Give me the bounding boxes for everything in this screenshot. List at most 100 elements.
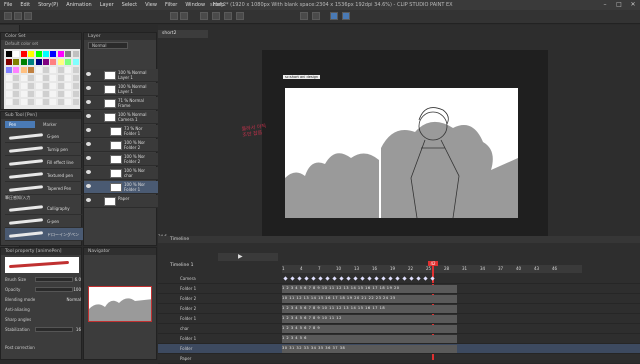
color-swatch[interactable] — [50, 51, 57, 57]
eye-icon[interactable] — [86, 86, 91, 90]
color-swatch[interactable] — [20, 59, 27, 65]
color-swatch-empty[interactable] — [13, 91, 20, 97]
track-row[interactable]: Folder 1 1 2 3 4 5 6 — [158, 334, 640, 344]
color-swatch[interactable] — [6, 59, 12, 65]
keyframe-marker[interactable] — [416, 276, 421, 281]
keyframe-marker[interactable] — [409, 276, 414, 281]
keyframe-marker[interactable] — [395, 276, 400, 281]
color-swatch-empty[interactable] — [43, 91, 49, 97]
maximize-button[interactable]: □ — [612, 0, 626, 10]
color-swatch-empty[interactable] — [35, 75, 42, 81]
color-swatch[interactable] — [50, 59, 57, 65]
frame-number[interactable]: 31 — [462, 266, 467, 271]
keyframe-marker[interactable] — [318, 276, 323, 281]
color-swatch[interactable] — [43, 59, 49, 65]
snap-grid-icon[interactable] — [312, 12, 320, 20]
brush-textured[interactable]: Textured pen — [5, 169, 85, 182]
track-row[interactable]: Folder 2 10 11 12 13 14 15 16 17 18 19 20… — [158, 294, 640, 304]
eye-icon[interactable] — [86, 114, 91, 118]
brush-tapered[interactable]: Tapered Pen — [5, 182, 85, 195]
color-swatch-empty[interactable] — [35, 67, 42, 73]
eye-icon[interactable] — [86, 100, 91, 104]
playback-controls[interactable]: ▶ — [218, 253, 278, 261]
color-swatch-empty[interactable] — [72, 99, 79, 105]
prop-stabilization[interactable]: Stabilization 16 — [5, 325, 81, 334]
frame-number[interactable]: 40 — [516, 266, 521, 271]
close-button[interactable]: ✕ — [626, 0, 640, 10]
keyframe-marker[interactable] — [283, 276, 288, 281]
color-swatch-empty[interactable] — [6, 91, 12, 97]
track-row[interactable]: Camera — [158, 274, 640, 284]
keyframe-marker[interactable] — [381, 276, 386, 281]
color-swatch-empty[interactable] — [50, 91, 57, 97]
prop-sharp-angles[interactable]: Sharp angles — [5, 315, 81, 324]
eye-icon[interactable] — [86, 156, 91, 160]
frame-number[interactable]: 7 — [318, 266, 321, 271]
color-swatch-empty[interactable] — [20, 75, 27, 81]
color-swatch[interactable] — [72, 59, 79, 65]
color-swatch-empty[interactable] — [50, 83, 57, 89]
layer-item[interactable]: 71 % Normal Frame — [84, 97, 158, 110]
frame-number[interactable]: 28 — [444, 266, 449, 271]
keyframe-marker[interactable] — [423, 276, 428, 281]
menu-edit[interactable]: Edit — [16, 2, 34, 8]
timeline-name[interactable]: Timeline 1 — [170, 263, 193, 268]
menu-animation[interactable]: Animation — [62, 2, 96, 8]
color-swatch-empty[interactable] — [20, 83, 27, 89]
frame-number[interactable]: 43 — [534, 266, 539, 271]
tab-marker[interactable]: Marker — [39, 121, 69, 128]
frame-number[interactable]: 22 — [408, 266, 413, 271]
track-row[interactable]: Folder 1 1 2 3 4 5 6 7 8 9 10 11 12 — [158, 314, 640, 324]
keyframe-marker[interactable] — [311, 276, 316, 281]
color-swatch-empty[interactable] — [28, 91, 35, 97]
keyframe-marker[interactable] — [367, 276, 372, 281]
snap-icon[interactable] — [300, 12, 308, 20]
frame-number[interactable]: 4 — [300, 266, 303, 271]
color-swatch-empty[interactable] — [65, 75, 72, 81]
color-swatch[interactable] — [65, 51, 72, 57]
special-ruler-icon[interactable] — [342, 12, 350, 20]
color-swatch[interactable] — [35, 51, 42, 57]
color-swatch[interactable] — [28, 67, 35, 73]
track-row[interactable]: Paper — [158, 354, 640, 364]
color-swatch-empty[interactable] — [50, 99, 57, 105]
menu-window[interactable]: Window — [181, 2, 209, 8]
redo-icon[interactable] — [180, 12, 188, 20]
color-swatch-empty[interactable] — [35, 91, 42, 97]
keyframe-marker[interactable] — [402, 276, 407, 281]
layer-item[interactable]: 100 % Normal Layer 1 — [84, 69, 158, 82]
color-swatch[interactable] — [6, 67, 12, 73]
color-swatch[interactable] — [20, 51, 27, 57]
frame-number[interactable]: 16 — [372, 266, 377, 271]
eye-icon[interactable] — [86, 72, 91, 76]
keyframe-marker[interactable] — [297, 276, 302, 281]
keyframe-marker[interactable] — [339, 276, 344, 281]
layer-item[interactable]: 73 % Nor Folder 1 — [84, 125, 158, 138]
tab-pen[interactable]: Pen — [5, 121, 35, 128]
color-swatch-empty[interactable] — [65, 99, 72, 105]
color-swatch[interactable] — [20, 67, 27, 73]
canvas-area[interactable]: short2 sc:short ani design 몰라서 아직 조만 잡음 … — [158, 25, 640, 240]
color-swatch[interactable] — [72, 51, 79, 57]
layer-item[interactable]: 100 % Normal Layer 1 — [84, 83, 158, 96]
open-icon[interactable] — [14, 12, 22, 20]
color-swatch-empty[interactable] — [28, 75, 35, 81]
menu-select[interactable]: Select — [118, 2, 141, 8]
keyframe-marker[interactable] — [346, 276, 351, 281]
frame-number[interactable]: 10 — [336, 266, 341, 271]
color-swatch-empty[interactable] — [72, 67, 79, 73]
color-swatch-empty[interactable] — [43, 99, 49, 105]
ruler-icon[interactable] — [330, 12, 338, 20]
color-swatch-empty[interactable] — [57, 99, 64, 105]
deselect-icon[interactable] — [224, 12, 232, 20]
menu-story[interactable]: Story(P) — [34, 2, 62, 8]
color-swatch-empty[interactable] — [35, 83, 42, 89]
frame-number[interactable]: 13 — [354, 266, 359, 271]
color-swatch-empty[interactable] — [57, 83, 64, 89]
color-swatch-empty[interactable] — [72, 75, 79, 81]
eye-icon[interactable] — [86, 170, 91, 174]
color-swatch[interactable] — [65, 59, 72, 65]
color-swatch[interactable] — [43, 51, 49, 57]
canvas-paper[interactable] — [285, 88, 518, 218]
frame-number[interactable]: 34 — [480, 266, 485, 271]
